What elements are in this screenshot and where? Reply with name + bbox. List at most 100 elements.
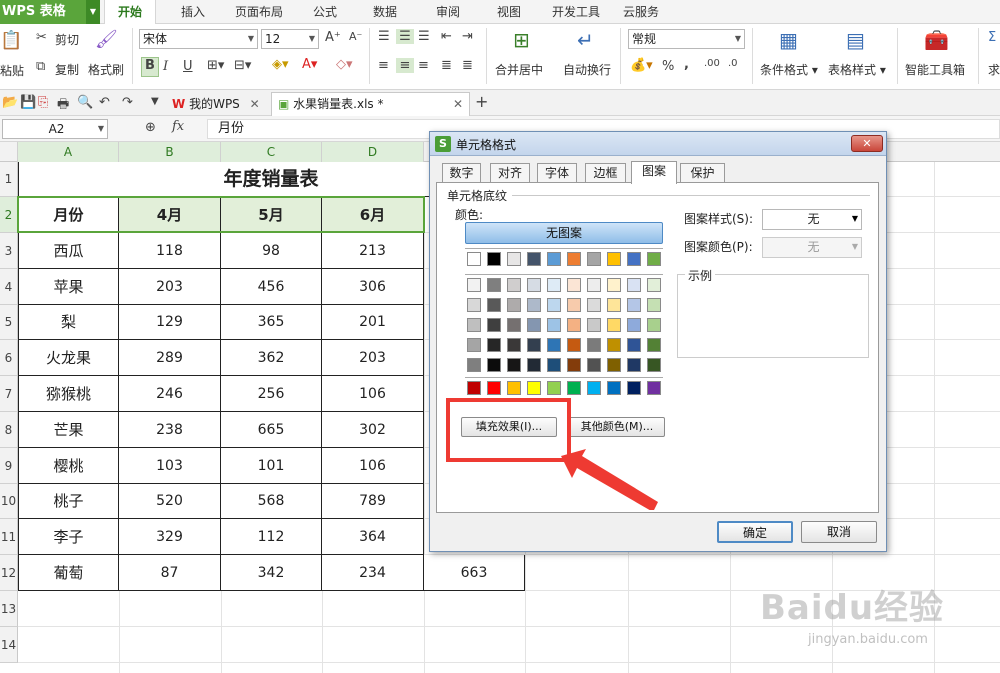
conditional-format-button[interactable]: 条件格式 ▾ [760,61,818,78]
smart-toolbox-button[interactable]: 智能工具箱 [905,61,965,78]
color-swatch[interactable] [487,298,501,312]
conditional-format-icon[interactable]: ▦ [779,28,798,52]
fruit-name-cell[interactable]: 李子 [18,519,119,555]
color-swatch[interactable] [567,278,581,292]
color-swatch[interactable] [607,278,621,292]
color-swatch[interactable] [547,338,561,352]
merge-center-button[interactable]: 合并居中 [495,61,543,78]
open-icon[interactable]: 📂 [2,95,18,110]
fruit-name-cell[interactable]: 芒果 [18,412,119,448]
print-icon[interactable]: 🖶 [57,95,69,117]
sum-icon[interactable]: Σ [988,30,996,45]
color-swatch[interactable] [587,381,601,395]
column-header-b[interactable]: B [119,142,221,162]
color-swatch[interactable] [467,318,481,332]
fruit-name-cell[interactable]: 桃子 [18,484,119,519]
color-swatch[interactable] [607,338,621,352]
tab-protection[interactable]: 保护 [680,163,725,183]
currency-icon[interactable]: 💰▾ [630,58,653,73]
color-swatch[interactable] [587,338,601,352]
sales-value-cell[interactable]: 302 [322,412,424,448]
color-swatch[interactable] [507,358,521,372]
sales-value-cell[interactable]: 520 [119,484,221,519]
fruit-name-cell[interactable]: 火龙果 [18,340,119,376]
decrease-decimal-icon[interactable]: .0 [728,58,738,69]
row-header-6[interactable]: 6 [0,340,18,376]
color-swatch[interactable] [487,338,501,352]
color-swatch[interactable] [507,381,521,395]
fruit-name-cell[interactable]: 西瓜 [18,233,119,269]
tab-alignment[interactable]: 对齐 [490,163,530,183]
app-menu-button[interactable]: WPS 表格 ▼ [0,0,100,24]
dialog-close-button[interactable]: ✕ [851,135,883,152]
chevron-down-icon[interactable]: ▼ [86,0,100,24]
color-swatch[interactable] [647,252,661,266]
fruit-name-cell[interactable]: 猕猴桃 [18,376,119,412]
sales-value-cell[interactable]: 289 [119,340,221,376]
cell-style-icon[interactable]: ⊟▾ [234,58,251,73]
sales-value-cell[interactable]: 103 [119,448,221,484]
tab-number[interactable]: 数字 [442,163,481,183]
sales-value-cell[interactable]: 306 [322,269,424,305]
select-all-corner[interactable] [0,142,18,162]
color-swatch[interactable] [487,252,501,266]
more-button[interactable]: 求 [988,61,1000,78]
undo-icon[interactable]: ↶ [99,95,110,110]
sales-value-cell[interactable]: 663 [424,555,525,591]
sales-value-cell[interactable]: 118 [119,233,221,269]
align-top-icon[interactable]: ☰ [378,29,390,44]
indent-increase-icon[interactable]: ⇥ [462,29,473,44]
font-name-select[interactable]: 宋体 ▼ [139,29,258,49]
sales-value-cell[interactable]: 101 [221,448,322,484]
color-swatch[interactable] [587,278,601,292]
copy-icon[interactable]: ⧉ [36,59,45,74]
column-header-a[interactable]: A [18,142,119,162]
wrap-text-icon[interactable]: ↵ [577,28,594,52]
comma-button[interactable]: , [684,57,689,72]
color-swatch[interactable] [507,338,521,352]
pdf-icon[interactable]: ⎘ [38,95,48,110]
row-header-7[interactable]: 7 [0,376,18,412]
distributed-icon[interactable]: ≣ [462,58,473,73]
color-swatch[interactable] [567,298,581,312]
doc-tab-mywps[interactable]: W 我的WPS ✕ [172,93,268,115]
color-swatch[interactable] [607,298,621,312]
row-header-13[interactable]: 13 [0,591,18,627]
format-painter-icon[interactable]: 🖌 [95,29,118,50]
fruit-name-cell[interactable]: 樱桃 [18,448,119,484]
row-header-3[interactable]: 3 [0,233,18,269]
pattern-color-select[interactable]: 无 ▼ [762,237,862,258]
color-swatch[interactable] [647,358,661,372]
menu-insert[interactable]: 插入 [181,0,205,24]
sales-value-cell[interactable]: 246 [119,376,221,412]
merge-icon[interactable]: ⊞ [513,28,530,52]
color-swatch[interactable] [527,381,541,395]
color-swatch[interactable] [547,318,561,332]
doc-tab-active[interactable]: ▣ 水果销量表.xls * ✕ [271,92,470,116]
sales-value-cell[interactable]: 362 [221,340,322,376]
sales-value-cell[interactable]: 365 [221,305,322,340]
underline-button[interactable]: U [183,59,193,74]
sales-value-cell[interactable]: 665 [221,412,322,448]
format-painter-button[interactable]: 格式刷 [88,61,124,78]
sales-value-cell[interactable]: 256 [221,376,322,412]
color-swatch[interactable] [487,278,501,292]
font-color-icon[interactable]: A▾ [302,57,317,72]
pattern-style-select[interactable]: 无 ▼ [762,209,862,230]
row-header-9[interactable]: 9 [0,448,18,484]
number-format-select[interactable]: 常规 ▼ [628,29,745,49]
row-header-11[interactable]: 11 [0,519,18,555]
color-swatch[interactable] [527,318,541,332]
fruit-name-cell[interactable]: 苹果 [18,269,119,305]
color-swatch[interactable] [587,358,601,372]
font-size-select[interactable]: 12 ▼ [261,29,319,49]
more-colors-button[interactable]: 其他颜色(M)... [569,417,665,437]
row-header-2[interactable]: 2 [0,197,18,233]
color-swatch[interactable] [607,318,621,332]
sales-value-cell[interactable]: 129 [119,305,221,340]
color-swatch[interactable] [587,298,601,312]
font-shrink-icon[interactable]: A⁻ [349,30,362,43]
bold-button[interactable]: B [141,57,159,77]
menu-home[interactable]: 开始 [104,0,156,24]
color-swatch[interactable] [587,318,601,332]
